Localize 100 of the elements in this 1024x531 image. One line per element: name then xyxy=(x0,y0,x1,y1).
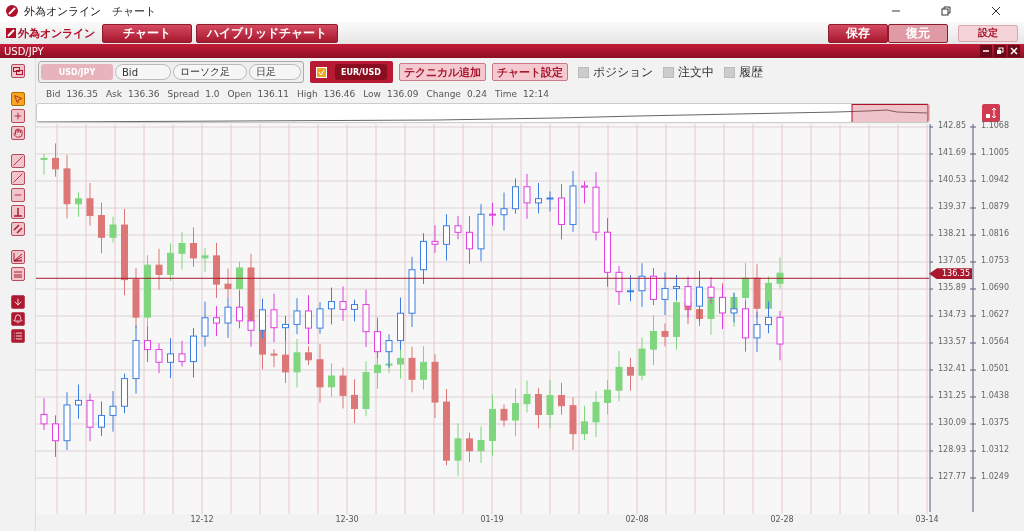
quote-label: High xyxy=(297,89,318,99)
quote-value: 136.11 xyxy=(257,89,290,99)
quote-value: 136.09 xyxy=(386,89,419,99)
drawing-tool-button[interactable] xyxy=(10,171,25,185)
date-axis-label: 03-14 xyxy=(915,515,939,524)
secondary-axis-label: 1.0690 xyxy=(981,283,1009,292)
filter-checkbox[interactable] xyxy=(723,66,735,78)
line-icon xyxy=(12,173,23,183)
drawing-tool-button[interactable] xyxy=(10,188,25,202)
list-icon xyxy=(12,331,23,341)
drawing-tool-button[interactable] xyxy=(10,126,25,140)
date-axis-label: 01-19 xyxy=(480,515,504,524)
secondary-axis-label: 1.1005 xyxy=(981,148,1009,157)
drawing-tool-button[interactable] xyxy=(10,267,25,281)
secondary-axis-label: 1.0249 xyxy=(981,472,1009,481)
quote-value: 1.0 xyxy=(205,89,220,99)
secondary-axis-label: 1.0375 xyxy=(981,418,1009,427)
date-axis-label: 02-08 xyxy=(625,515,649,524)
chart-option-dropdown[interactable]: Bid xyxy=(115,64,171,80)
quote-value: 0.24 xyxy=(466,89,487,99)
secondary-axis-label: 1.0627 xyxy=(981,310,1009,319)
drawing-tool-button[interactable] xyxy=(10,295,25,309)
save-button[interactable]: 保存 xyxy=(828,23,888,43)
filter-label: ポジション xyxy=(592,63,653,81)
add-indicator-button[interactable]: テクニカル追加 xyxy=(398,63,486,81)
brand-logo: 外為オンライン xyxy=(6,25,98,41)
drawing-tool-button[interactable] xyxy=(10,92,25,106)
date-axis-label: 12-30 xyxy=(335,515,359,524)
date-axis-label: 02-28 xyxy=(770,515,794,524)
layout-button[interactable] xyxy=(10,64,25,78)
scale-icon xyxy=(985,107,997,119)
parallel-lines-icon xyxy=(12,224,23,234)
maximize-panel-button[interactable] xyxy=(994,45,1006,57)
drawing-tool-button[interactable] xyxy=(10,205,25,219)
price-axis-label: 132.41 xyxy=(938,364,966,373)
quote-value: 12:14 xyxy=(523,89,549,99)
panel-title: USD/JPY xyxy=(4,45,45,57)
chart-option-dropdown[interactable]: 日足 xyxy=(249,64,301,80)
price-axis-label: 130.09 xyxy=(938,418,966,427)
scale-button[interactable] xyxy=(982,104,1000,122)
secondary-axis-label: 1.0312 xyxy=(981,445,1009,454)
compare-symbol-selector[interactable]: EUR/USD xyxy=(335,64,387,80)
price-axis-label: 139.37 xyxy=(938,202,966,211)
drawing-tool-button[interactable] xyxy=(10,250,25,264)
drawing-tool-button[interactable] xyxy=(10,329,25,343)
price-axis-label: 133.57 xyxy=(938,337,966,346)
window-title: 外為オンライン チャート xyxy=(24,3,157,19)
secondary-axis-label: 1.1068 xyxy=(981,121,1009,130)
secondary-axis-label: 1.0501 xyxy=(981,364,1009,373)
minimize-icon xyxy=(982,47,990,55)
quote-label: Ask xyxy=(105,89,122,99)
drawing-tool-button[interactable] xyxy=(10,154,25,168)
drawing-tool-button[interactable] xyxy=(10,312,25,326)
vertical-line-icon xyxy=(12,207,23,217)
price-axis-label: 142.85 xyxy=(938,121,966,130)
restore-icon[interactable] xyxy=(941,6,951,16)
fan-lines-icon xyxy=(12,252,23,262)
drawing-tool-button[interactable] xyxy=(10,222,25,236)
nav-tab[interactable]: ハイブリッドチャート xyxy=(196,23,338,43)
secondary-axis-label: 1.0753 xyxy=(981,256,1009,265)
hand-icon xyxy=(12,128,23,138)
quote-label: Spread xyxy=(167,89,200,99)
chart-option-dropdown[interactable]: ローソク足 xyxy=(173,64,247,80)
compare-checkbox[interactable] xyxy=(316,66,327,78)
price-axis-label: 140.53 xyxy=(938,175,966,184)
app-logo-icon xyxy=(6,5,18,17)
quote-value: 136.36 xyxy=(127,89,160,99)
price-axis-label: 135.89 xyxy=(938,283,966,292)
chart-settings-button[interactable]: チャート設定 xyxy=(491,63,568,81)
settings-button[interactable]: 設定 xyxy=(958,24,1018,42)
price-axis-label: 134.73 xyxy=(938,310,966,319)
close-icon[interactable] xyxy=(991,6,1001,16)
quote-label: Bid xyxy=(46,89,61,99)
price-axis-label: 131.25 xyxy=(938,391,966,400)
date-axis-label: 12-12 xyxy=(190,515,214,524)
levels-icon xyxy=(12,269,23,279)
price-axis-label: 141.69 xyxy=(938,148,966,157)
quote-value: 136.46 xyxy=(323,89,356,99)
filter-checkbox[interactable] xyxy=(577,66,589,78)
quote-value: 136.35 xyxy=(66,89,98,99)
quote-label: Open xyxy=(227,89,252,99)
close-panel-button[interactable] xyxy=(1008,45,1020,57)
navigator-window[interactable] xyxy=(851,104,929,122)
minimize-panel-button[interactable] xyxy=(980,45,992,57)
trend-line-icon xyxy=(12,156,23,166)
filter-label: 注文中 xyxy=(677,63,714,81)
secondary-axis-label: 1.0564 xyxy=(981,337,1009,346)
price-axis-label: 128.93 xyxy=(938,445,966,454)
chart-navigator[interactable] xyxy=(36,103,930,123)
bell-icon xyxy=(12,314,23,324)
price-axis-label: 138.21 xyxy=(938,229,966,238)
nav-tab[interactable]: チャート xyxy=(102,23,192,43)
arrow-down-icon xyxy=(12,297,23,307)
secondary-axis-label: 1.0879 xyxy=(981,202,1009,211)
filter-checkbox[interactable] xyxy=(662,66,674,78)
secondary-axis-label: 1.0816 xyxy=(981,229,1009,238)
price-axis-label: 137.05 xyxy=(938,256,966,265)
pointer-icon xyxy=(12,94,23,104)
secondary-axis-label: 1.0942 xyxy=(981,175,1009,184)
price-axis-label: 127.77 xyxy=(938,472,966,481)
